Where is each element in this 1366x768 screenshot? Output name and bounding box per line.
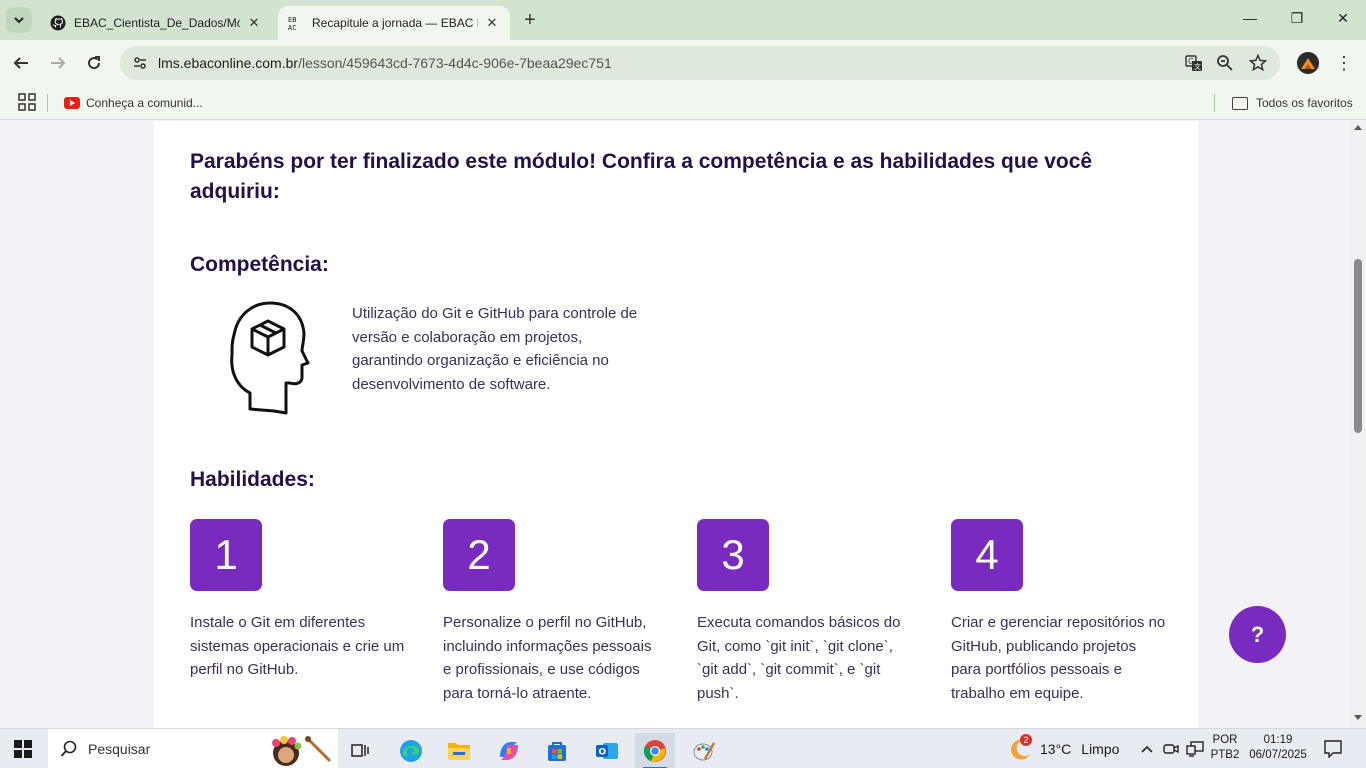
skill-description: Personalize o perfil no GitHub, incluind… <box>443 614 652 702</box>
skill-number-badge: 2 <box>443 519 515 591</box>
edge-icon[interactable] <box>391 733 431 768</box>
language-code: POR <box>1212 734 1238 746</box>
profile-avatar[interactable] <box>1297 52 1319 74</box>
taskbar-search[interactable]: Pesquisar <box>48 729 338 768</box>
competence-title: Competência: <box>190 253 329 276</box>
paint-icon[interactable] <box>684 733 724 768</box>
microsoft-store-icon[interactable] <box>537 733 577 768</box>
windows-taskbar: Pesquisar O 2 13°C Limpo POR PTB2 01:19 … <box>0 728 1366 768</box>
tab-github[interactable]: EBAC_Cientista_De_Dados/Módulo ✕ <box>40 6 274 40</box>
new-tab-button[interactable]: + <box>520 10 540 30</box>
weather-badge: 2 <box>1020 734 1032 746</box>
skill-number-badge: 1 <box>190 519 262 591</box>
all-bookmarks-label: Todos os favoritos <box>1256 96 1353 110</box>
scroll-up-arrow[interactable] <box>1354 125 1362 130</box>
page-heading: Parabéns por ter finalizado este módulo!… <box>190 150 1093 203</box>
clock[interactable]: 01:19 06/07/2025 <box>1246 733 1310 763</box>
svg-text:EB: EB <box>288 16 296 24</box>
zoom-icon[interactable] <box>1215 53 1235 73</box>
arrow-left-icon <box>13 57 28 69</box>
github-icon <box>50 15 66 31</box>
skill-description: Executa comandos básicos do Git, como `g… <box>697 614 901 702</box>
svg-text:AC: AC <box>288 24 296 31</box>
restore-icon[interactable]: ❐ <box>1287 10 1307 30</box>
weather-description: Limpo <box>1081 741 1120 757</box>
notifications-icon[interactable] <box>1324 729 1342 768</box>
browser-toolbar: lms.ebaconline.com.br/lesson/459643cd-76… <box>0 40 1366 86</box>
clock-time: 01:19 <box>1263 734 1293 746</box>
reload-button[interactable] <box>83 52 105 74</box>
weather-temperature: 13°C <box>1040 741 1072 757</box>
competence-description: Utilização do Git e GitHub para controle… <box>352 305 638 393</box>
tab-ebac[interactable]: EBAC Recapitule a jornada — EBAC LMS ✕ <box>278 6 510 40</box>
help-button[interactable]: ? <box>1229 606 1286 663</box>
tab-search-button[interactable] <box>6 7 32 33</box>
chevron-up-icon[interactable] <box>1140 729 1154 768</box>
bookmark-divider <box>47 94 48 112</box>
ebac-icon: EB AC <box>288 15 304 31</box>
all-bookmarks-button[interactable]: Todos os favoritos <box>1232 93 1353 113</box>
bookmark-label: Conheça a comunid... <box>86 96 203 110</box>
page-scrollbar[interactable] <box>1350 121 1366 728</box>
forward-button[interactable] <box>47 52 69 74</box>
close-window-icon[interactable]: ✕ <box>1333 10 1353 30</box>
weather-widget[interactable]: 2 13°C Limpo <box>1008 729 1119 768</box>
folder-icon <box>1232 96 1248 110</box>
search-placeholder: Pesquisar <box>88 741 151 757</box>
scroll-down-arrow[interactable] <box>1354 715 1362 720</box>
head-with-box-icon <box>230 301 310 415</box>
reload-icon <box>88 56 101 70</box>
search-highlight-illustration <box>272 736 332 766</box>
chrome-icon[interactable] <box>635 733 675 768</box>
tab-title: Recapitule a jornada — EBAC LMS <box>312 16 478 30</box>
address-bar[interactable]: lms.ebaconline.com.br/lesson/459643cd-76… <box>120 46 1280 80</box>
skill-description: Criar e gerenciar repositórios no GitHub… <box>951 614 1166 702</box>
url-path: /lesson/459643cd-7673-4d4c-906e-7beaa29e… <box>298 55 612 71</box>
skill-description: Instale o Git em diferentes sistemas ope… <box>190 614 405 678</box>
meet-camera-icon[interactable] <box>1163 729 1179 768</box>
close-tab-icon[interactable]: ✕ <box>246 15 262 31</box>
page-viewport: Parabéns por ter finalizado este módulo!… <box>0 121 1350 728</box>
apps-grid-icon[interactable] <box>18 93 36 111</box>
weather-moon-icon: 2 <box>1008 734 1034 762</box>
scroll-thumb[interactable] <box>1354 259 1362 433</box>
outlook-icon[interactable]: O <box>587 733 627 768</box>
windows-start-icon[interactable] <box>14 740 32 758</box>
skill-number-badge: 3 <box>697 519 769 591</box>
task-view-icon[interactable] <box>340 733 380 768</box>
bookmarks-bar: Conheça a comunid... Todos os favoritos <box>0 86 1366 120</box>
copilot-icon[interactable] <box>489 733 529 768</box>
arrow-right-icon <box>51 57 66 69</box>
skills-title: Habilidades: <box>190 468 315 491</box>
back-button[interactable] <box>10 52 32 74</box>
svg-text:文: 文 <box>1194 62 1201 71</box>
lesson-card: Parabéns por ter finalizado este módulo!… <box>154 121 1198 728</box>
bookmark-item[interactable]: Conheça a comunid... <box>64 93 203 113</box>
minimize-icon[interactable]: — <box>1240 10 1260 30</box>
translate-icon[interactable]: G文 <box>1184 53 1204 73</box>
file-explorer-icon[interactable] <box>439 733 479 768</box>
menu-kebab-icon[interactable]: ⋮ <box>1334 52 1354 74</box>
chevron-down-icon <box>14 17 24 24</box>
youtube-icon <box>64 97 80 109</box>
url-text: lms.ebaconline.com.br/lesson/459643cd-76… <box>158 55 612 71</box>
tab-title: EBAC_Cientista_De_Dados/Módulo <box>74 16 240 30</box>
keyboard-layout: PTB2 <box>1210 749 1240 761</box>
clock-date: 06/07/2025 <box>1249 749 1307 761</box>
bookmark-divider <box>1214 94 1215 112</box>
svg-text:O: O <box>599 748 607 758</box>
url-host: lms.ebaconline.com.br <box>158 55 299 71</box>
input-language[interactable]: POR PTB2 <box>1208 733 1242 763</box>
skill-number-badge: 4 <box>951 519 1023 591</box>
close-tab-icon[interactable]: ✕ <box>484 15 500 31</box>
tab-strip: EBAC_Cientista_De_Dados/Módulo ✕ EBAC Re… <box>0 0 1366 40</box>
network-icon[interactable] <box>1186 729 1204 768</box>
site-info-icon[interactable] <box>130 53 150 73</box>
search-icon <box>60 740 77 757</box>
bookmark-star-icon[interactable] <box>1248 53 1268 73</box>
